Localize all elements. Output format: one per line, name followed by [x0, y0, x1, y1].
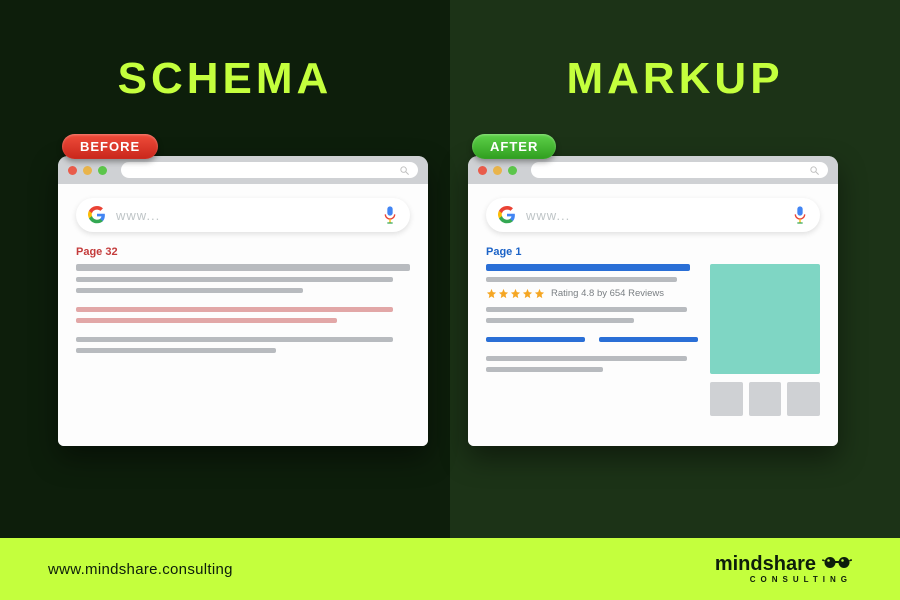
search-icon — [809, 165, 820, 176]
google-logo-icon — [88, 206, 106, 224]
result-line — [486, 277, 677, 282]
sitelink — [486, 337, 585, 342]
result-line — [486, 356, 687, 361]
window-min-icon — [83, 166, 92, 175]
search-placeholder: www... — [526, 208, 782, 223]
browser-before: www... Page 32 — [58, 156, 428, 446]
knowledge-panel — [710, 264, 820, 416]
sitelink — [599, 337, 698, 342]
result-line — [76, 348, 276, 353]
mic-icon — [382, 205, 398, 225]
after-badge: AFTER — [472, 134, 556, 159]
serp-after: Rating 4.8 by 654 Reviews — [486, 264, 820, 416]
before-badge: BEFORE — [62, 134, 158, 159]
address-bar — [531, 162, 828, 178]
result-line — [76, 288, 303, 293]
result-line — [76, 277, 393, 282]
rating-text: Rating 4.8 by 654 Reviews — [551, 288, 664, 299]
brand-subtitle: CONSULTING — [750, 576, 852, 584]
window-close-icon — [478, 166, 487, 175]
titlebar — [468, 156, 838, 184]
rating-row: Rating 4.8 by 654 Reviews — [486, 288, 698, 299]
result-line — [76, 337, 393, 342]
knowledge-panel-thumb — [710, 382, 743, 416]
star-rating-icon — [486, 288, 545, 299]
window-max-icon — [508, 166, 517, 175]
title-row: SCHEMA MARKUP — [0, 54, 900, 104]
page-content-after: www... Page 1 — [468, 184, 838, 446]
result-line — [486, 307, 687, 312]
search-icon — [399, 165, 410, 176]
knowledge-panel-thumb — [749, 382, 782, 416]
page-number-label: Page 32 — [76, 246, 410, 258]
main-split: SCHEMA MARKUP BEFORE AFTER www... — [0, 0, 900, 538]
result-line — [486, 367, 603, 372]
search-placeholder: www... — [116, 208, 372, 223]
titlebar — [58, 156, 428, 184]
footer-bar: www.mindshare.consulting mindshare CONSU… — [0, 538, 900, 600]
serp-results-column: Rating 4.8 by 654 Reviews — [486, 264, 698, 416]
knowledge-panel-image — [710, 264, 820, 374]
page-content-before: www... Page 32 — [58, 184, 428, 446]
serp-before: Page 32 — [76, 246, 410, 353]
result-line-highlighted — [76, 318, 337, 323]
page-number-label: Page 1 — [486, 246, 820, 258]
google-search-bar: www... — [76, 198, 410, 232]
result-line — [486, 318, 634, 323]
google-logo-icon — [498, 206, 516, 224]
brand-logo: mindshare CONSULTING — [715, 554, 852, 584]
mic-icon — [792, 205, 808, 225]
result-line-highlighted — [76, 307, 393, 312]
result-line — [76, 264, 410, 271]
google-search-bar: www... — [486, 198, 820, 232]
knowledge-panel-thumb — [787, 382, 820, 416]
browser-after: www... Page 1 — [468, 156, 838, 446]
result-title-line — [486, 264, 690, 271]
footer-url: www.mindshare.consulting — [48, 561, 233, 578]
sunglasses-icon — [822, 554, 852, 574]
title-word-right: MARKUP — [566, 54, 783, 103]
title-word-left: SCHEMA — [118, 54, 333, 103]
window-close-icon — [68, 166, 77, 175]
brand-name: mindshare — [715, 554, 816, 574]
window-min-icon — [493, 166, 502, 175]
window-max-icon — [98, 166, 107, 175]
infographic-canvas: SCHEMA MARKUP BEFORE AFTER www... — [0, 0, 900, 600]
address-bar — [121, 162, 418, 178]
